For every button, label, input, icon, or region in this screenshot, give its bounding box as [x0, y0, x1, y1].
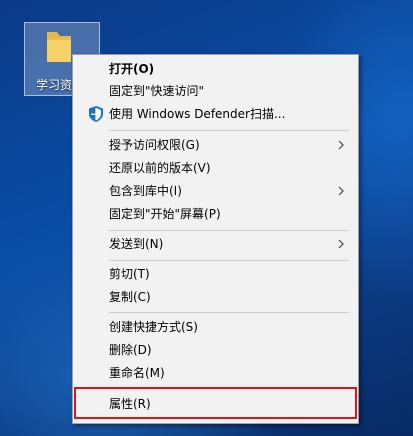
- menu-item-open[interactable]: 打开(O): [75, 58, 356, 80]
- menu-item-label: 剪切(T): [109, 267, 150, 281]
- chevron-right-icon: [338, 140, 344, 150]
- menu-item-include-in-library[interactable]: 包含到库中(I): [75, 180, 356, 202]
- menu-item-label: 固定到"快速访问": [109, 84, 205, 98]
- menu-item-label: 固定到"开始"屏幕(P): [109, 207, 221, 221]
- menu-item-pin-to-start[interactable]: 固定到"开始"屏幕(P): [75, 203, 356, 225]
- menu-item-label: 创建快捷方式(S): [109, 320, 198, 334]
- menu-item-label: 发送到(N): [109, 237, 164, 251]
- menu-item-cut[interactable]: 剪切(T): [75, 263, 356, 285]
- menu-item-grant-access[interactable]: 授予访问权限(G): [75, 134, 356, 156]
- chevron-right-icon: [338, 239, 344, 249]
- menu-item-label: 包含到库中(I): [109, 184, 182, 198]
- menu-item-restore-previous[interactable]: 还原以前的版本(V): [75, 157, 356, 179]
- menu-separator: [109, 230, 349, 231]
- menu-item-pin-quick-access[interactable]: 固定到"快速访问": [75, 80, 356, 102]
- menu-item-delete[interactable]: 删除(D): [75, 339, 356, 361]
- properties-highlight-box: [74, 387, 357, 419]
- folder-icon[interactable]: [44, 28, 74, 64]
- menu-separator: [109, 130, 349, 131]
- menu-item-label: 授予访问权限(G): [109, 138, 200, 152]
- menu-item-create-shortcut[interactable]: 创建快捷方式(S): [75, 316, 356, 338]
- menu-separator: [109, 312, 349, 313]
- menu-item-send-to[interactable]: 发送到(N): [75, 233, 356, 255]
- chevron-right-icon: [338, 186, 344, 196]
- menu-item-label: 复制(C): [109, 290, 151, 304]
- menu-item-label: 还原以前的版本(V): [109, 161, 211, 175]
- windows-defender-shield-icon: [89, 106, 103, 122]
- menu-item-copy[interactable]: 复制(C): [75, 286, 356, 308]
- menu-item-label: 打开(O): [109, 62, 155, 76]
- menu-separator: [109, 260, 349, 261]
- context-menu: 打开(O) 固定到"快速访问" 使用 Windows Defender扫描...…: [72, 54, 359, 424]
- menu-item-rename[interactable]: 重命名(M): [75, 362, 356, 384]
- menu-item-label: 删除(D): [109, 343, 152, 357]
- menu-item-label: 使用 Windows Defender扫描...: [109, 107, 286, 121]
- menu-item-defender-scan[interactable]: 使用 Windows Defender扫描...: [75, 103, 356, 125]
- menu-item-label: 重命名(M): [109, 366, 165, 380]
